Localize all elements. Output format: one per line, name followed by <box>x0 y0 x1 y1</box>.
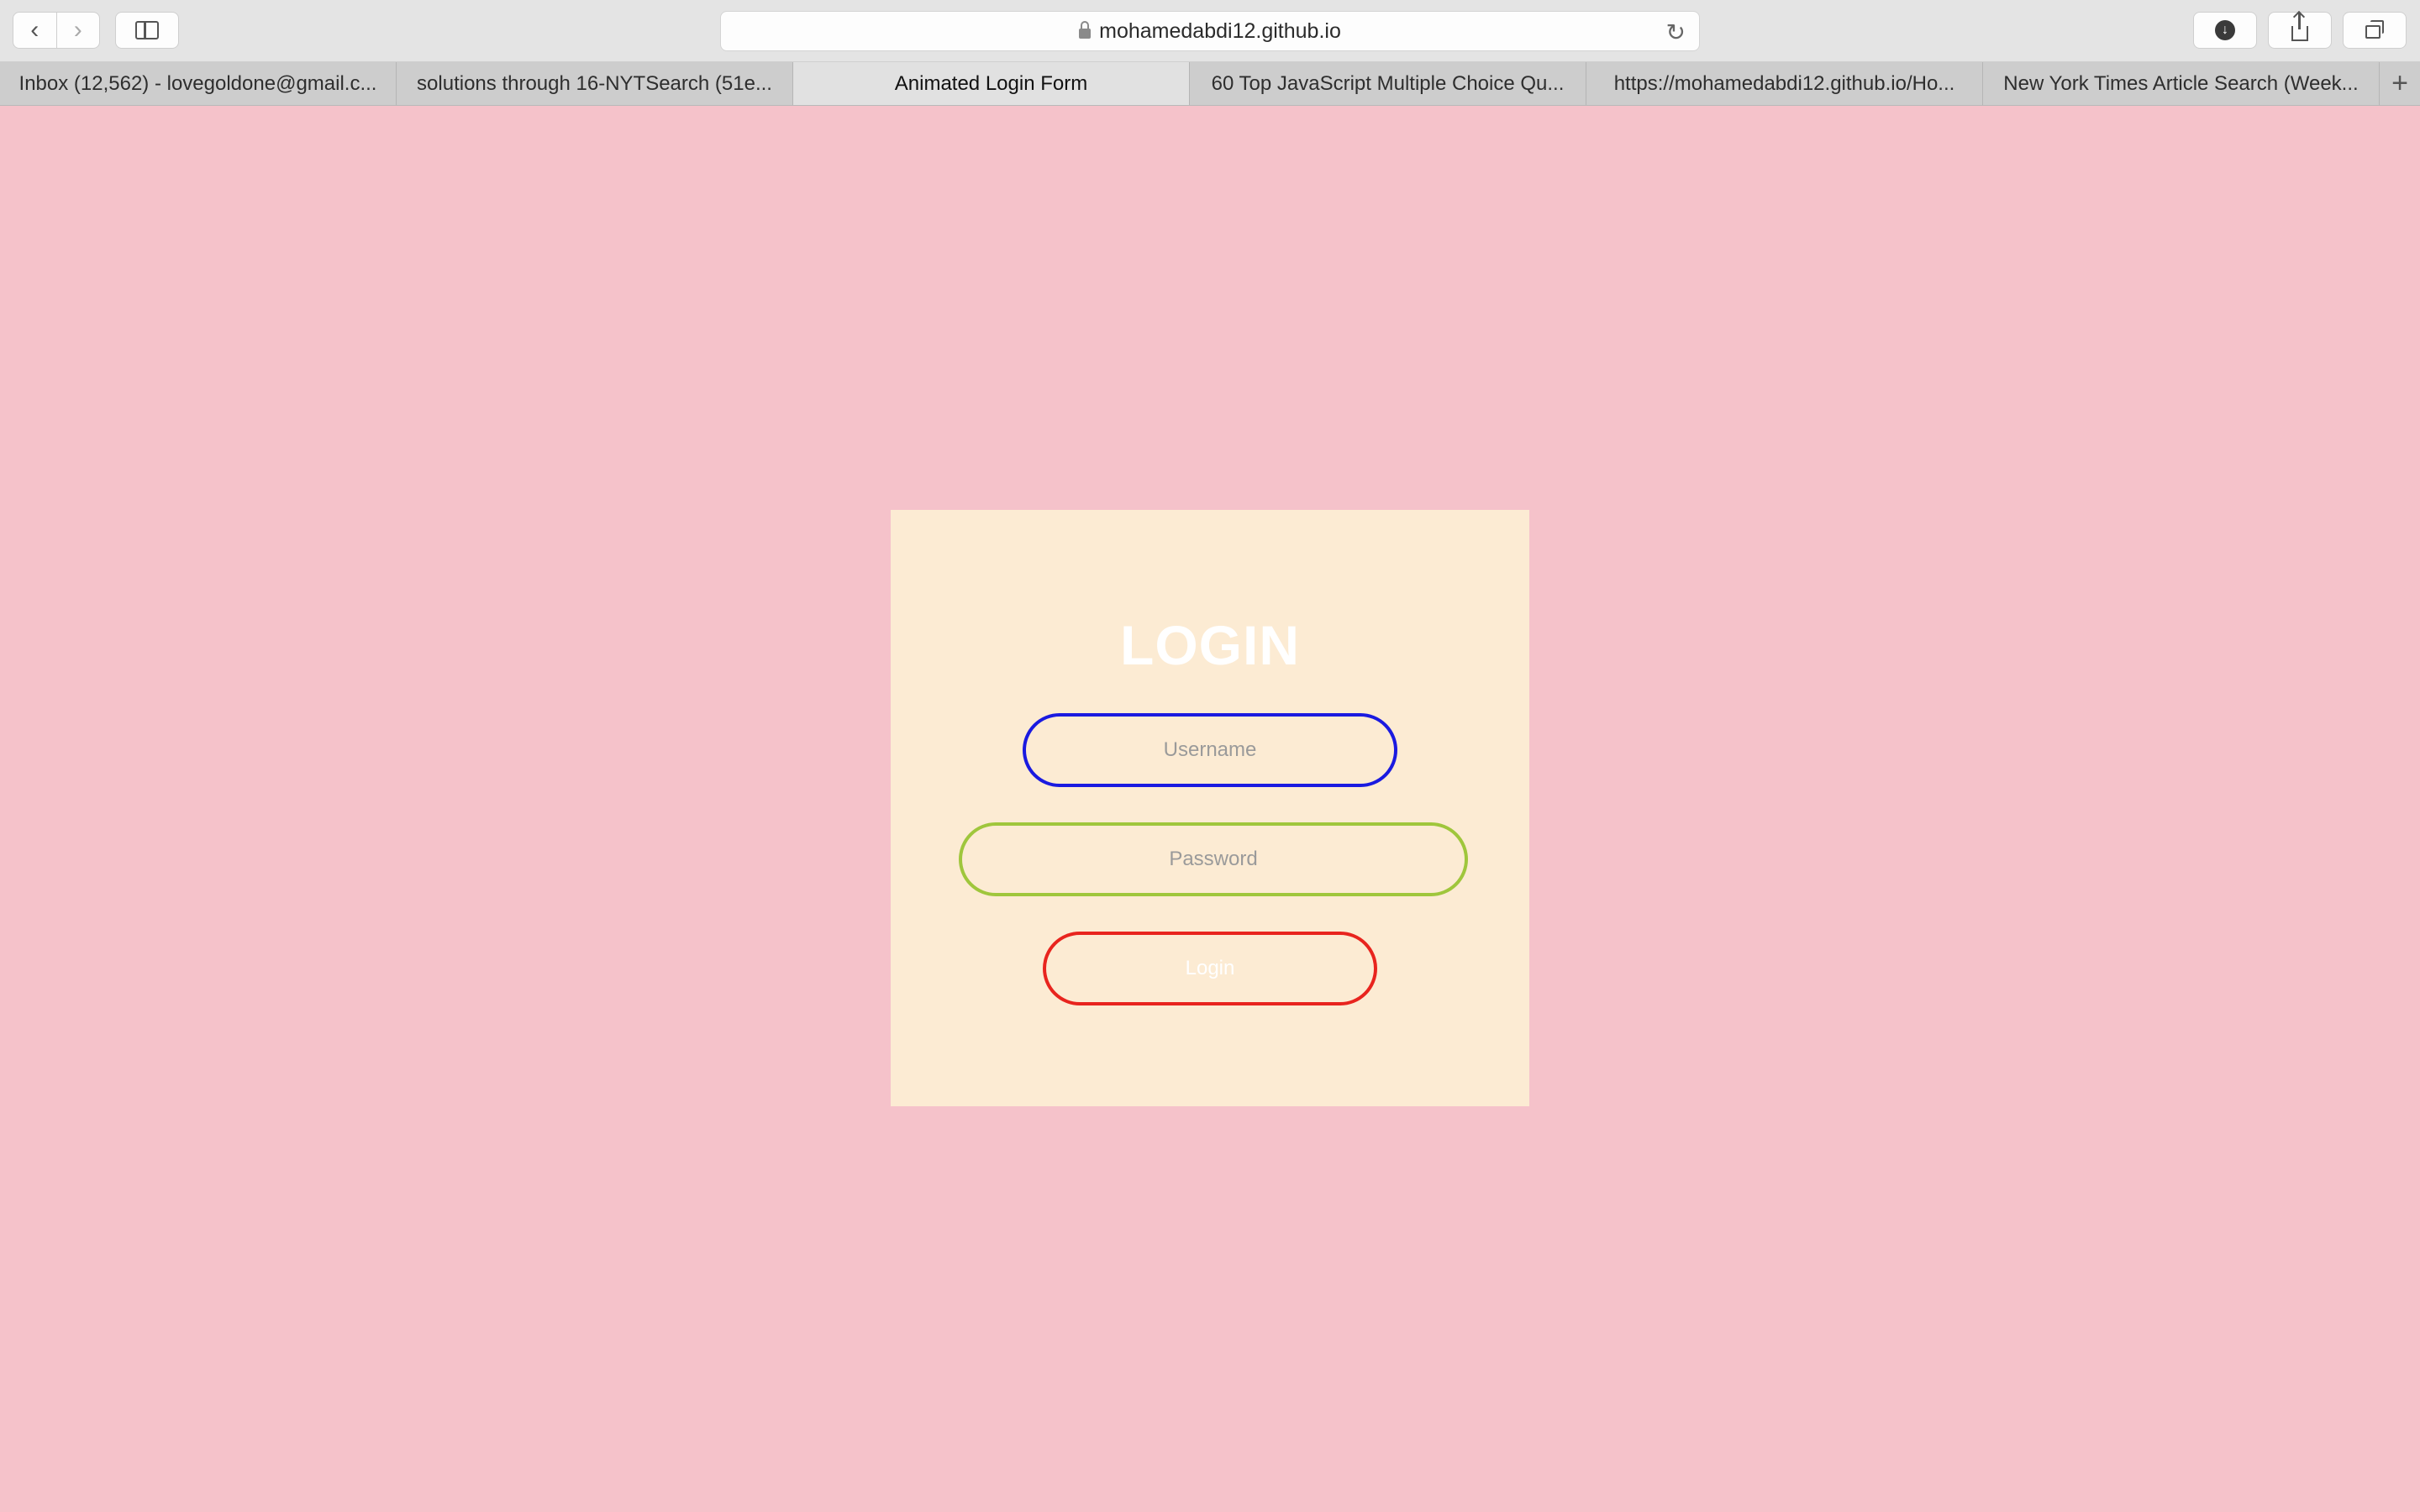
password-input[interactable] <box>959 822 1468 896</box>
tab-bar: Inbox (12,562) - lovegoldone@gmail.c... … <box>0 62 2420 106</box>
download-button[interactable]: ↓ <box>2193 12 2257 49</box>
navigation-buttons: ‹ › <box>13 12 100 49</box>
download-icon: ↓ <box>2215 20 2235 40</box>
tab-github-io[interactable]: https://mohamedabdi12.github.io/Ho... <box>1586 62 1983 105</box>
sidebar-toggle-button[interactable] <box>115 12 179 49</box>
tab-solutions[interactable]: solutions through 16-NYTSearch (51e... <box>397 62 793 105</box>
tab-overview-button[interactable] <box>2343 12 2407 49</box>
lock-icon <box>1079 21 1092 39</box>
address-bar[interactable]: mohamedabdi12.github.io ↻ <box>720 11 1700 51</box>
new-tab-button[interactable]: + <box>2380 62 2420 105</box>
login-button[interactable]: Login <box>1043 932 1377 1005</box>
tab-inbox[interactable]: Inbox (12,562) - lovegoldone@gmail.c... <box>0 62 397 105</box>
tab-nyt-search[interactable]: New York Times Article Search (Week... <box>1983 62 2380 105</box>
share-icon <box>2291 13 2308 41</box>
chevron-left-icon: ‹ <box>30 16 39 44</box>
back-button[interactable]: ‹ <box>13 13 57 48</box>
login-card: LOGIN Login <box>891 510 1529 1106</box>
browser-toolbar: ‹ › mohamedabdi12.github.io ↻ ↓ <box>0 0 2420 62</box>
username-input[interactable] <box>1023 713 1397 787</box>
reload-icon[interactable]: ↻ <box>1666 18 1686 46</box>
share-button[interactable] <box>2268 12 2332 49</box>
login-title: LOGIN <box>1120 614 1300 676</box>
chevron-right-icon: › <box>73 16 82 44</box>
tab-overview-icon <box>2365 20 2384 39</box>
forward-button[interactable]: › <box>57 13 100 48</box>
tab-animated-login-form[interactable]: Animated Login Form <box>793 62 1190 105</box>
sidebar-icon <box>135 21 159 39</box>
url-text: mohamedabdi12.github.io <box>1099 18 1341 43</box>
tab-javascript-questions[interactable]: 60 Top JavaScript Multiple Choice Qu... <box>1190 62 1586 105</box>
